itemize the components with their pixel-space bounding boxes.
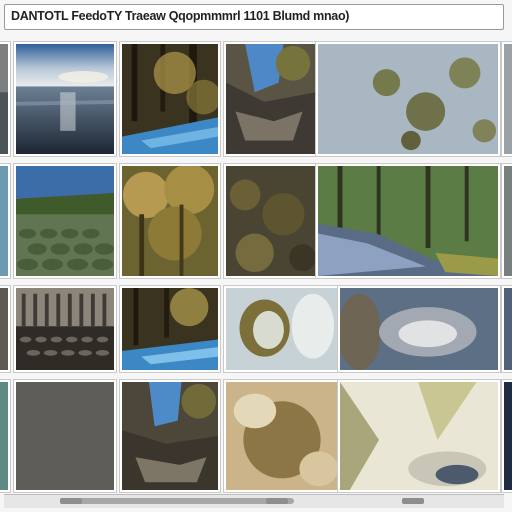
thumbnail-grid [0, 36, 512, 498]
thumbnail-rocky-shore[interactable] [0, 42, 10, 156]
mossy-ground-image [226, 166, 316, 276]
scrollbar-thumb[interactable] [64, 498, 294, 504]
blurred-rock-image [340, 288, 498, 370]
stone-columns-image [16, 288, 114, 370]
thumbnail-stone-columns[interactable] [14, 286, 116, 372]
autumn-woods-image [122, 166, 218, 276]
thumbnail-terraced-hills[interactable] [14, 164, 116, 278]
thumbnail-cliff-waterfall[interactable] [224, 42, 318, 156]
title-bar: DANTOTL FeedoTY Traeaw Qqopmmmrl 1101 Bl… [4, 4, 504, 30]
white-petals-image [340, 382, 498, 490]
thumbnail-ice-crystals[interactable] [224, 286, 340, 372]
thumbnail-ocean-sunset[interactable] [14, 42, 116, 156]
thumbnail-autumn-woods[interactable] [120, 164, 220, 278]
ocean-sunset-image [16, 44, 114, 154]
thumbnail-blue-edge[interactable] [0, 164, 10, 278]
rocky-shore-image [0, 44, 8, 154]
edge-right-image [504, 44, 512, 154]
terraced-hills-image [16, 166, 114, 276]
waterfall-cave-image [122, 382, 218, 490]
thumbnail-glass-texture[interactable] [224, 380, 340, 492]
teal-edge-image [0, 382, 8, 490]
scrollbar-marker-mid [266, 498, 288, 504]
thumbnail-lichen-stone[interactable] [316, 42, 500, 156]
scrollbar-marker-right [402, 498, 424, 504]
horizontal-scrollbar[interactable] [4, 494, 504, 508]
glass-texture-image [226, 382, 338, 490]
image-viewer-window: DANTOTL FeedoTY Traeaw Qqopmmmrl 1101 Bl… [0, 0, 512, 512]
thumbnail-blurred-rock[interactable] [338, 286, 500, 372]
forest-river-image [318, 166, 498, 276]
edge-right-2-image [504, 166, 512, 276]
cliff-waterfall-image [226, 44, 316, 154]
thumbnail-waterfall-cave[interactable] [120, 380, 220, 492]
lichen-stone-image [318, 44, 498, 154]
edge-right-3-image [504, 288, 512, 370]
thumbnail-edge-right-4[interactable] [502, 380, 512, 492]
thumbnail-white-petals[interactable] [338, 380, 500, 492]
thumbnail-edge-right-2[interactable] [502, 164, 512, 278]
thumbnail-edge-right-3[interactable] [502, 286, 512, 372]
thumbnail-teal-edge[interactable] [0, 380, 10, 492]
thumbnail-forest-river[interactable] [316, 164, 500, 278]
thumbnail-grey-blank[interactable] [14, 380, 116, 492]
ice-crystals-image [226, 288, 338, 370]
thumbnail-dark-edge[interactable] [0, 286, 10, 372]
thumbnail-forest-stream-2[interactable] [120, 286, 220, 372]
scrollbar-marker-left [60, 498, 82, 504]
blue-edge-image [0, 166, 8, 276]
thumbnail-edge-right[interactable] [502, 42, 512, 156]
grey-blank-image [16, 382, 114, 490]
thumbnail-mossy-ground[interactable] [224, 164, 318, 278]
forest-stream-2-image [122, 288, 218, 370]
thumbnail-forest-stream[interactable] [120, 42, 220, 156]
dark-edge-image [0, 288, 8, 370]
window-title: DANTOTL FeedoTY Traeaw Qqopmmmrl 1101 Bl… [11, 9, 350, 23]
forest-stream-image [122, 44, 218, 154]
edge-right-4-image [504, 382, 512, 490]
